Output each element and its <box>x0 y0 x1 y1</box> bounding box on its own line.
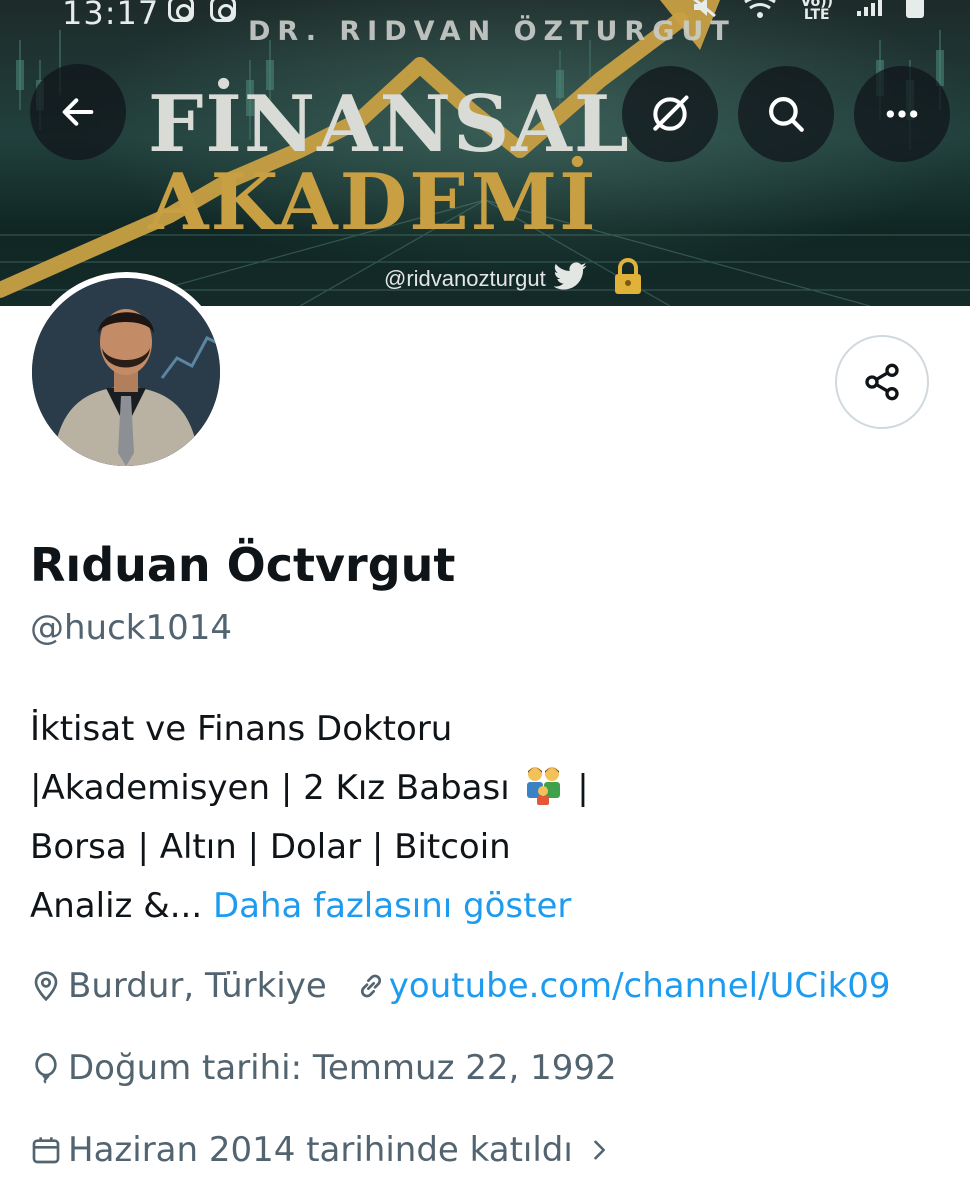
network-type: Vo)) LTE <box>801 0 833 22</box>
balloon-icon <box>35 1052 57 1084</box>
share-button[interactable] <box>835 335 929 429</box>
bio-line-4-text: Analiz &... <box>30 886 203 926</box>
bio-line-2: |Akademisyen | 2 Kız Babası | <box>30 759 930 818</box>
meta-birthday: Doğum tarihi: Temmuz 22, 1992 <box>30 1048 617 1088</box>
slashed-circle-icon <box>653 95 689 131</box>
more-button[interactable] <box>854 66 950 162</box>
bio-line-2-tail: | <box>577 768 589 808</box>
instagram-icon <box>210 0 236 22</box>
chevron-right-icon <box>594 1140 605 1160</box>
search-icon <box>769 97 804 132</box>
twitter-bird-icon <box>553 262 587 290</box>
wifi-icon <box>743 0 776 18</box>
status-time: 13:17 <box>62 0 160 32</box>
signal-icon <box>857 0 882 16</box>
show-more-link[interactable]: Daha fazlasını göster <box>213 886 571 926</box>
lock-icon <box>615 258 641 294</box>
banner-handle-text: @ridvanozturgut <box>384 266 546 291</box>
family-emoji-icon <box>527 767 561 805</box>
profile-banner[interactable]: 13:17 Vo)) LTE DR. RIDVAN ÖZTURGUT FİNAN… <box>0 0 970 306</box>
username-handle: @huck1014 <box>30 608 233 648</box>
instagram-icon <box>168 0 194 22</box>
joined-text: Haziran 2014 tarihinde katıldı <box>68 1130 573 1170</box>
bio-line-2-text: |Akademisyen | 2 Kız Babası <box>30 768 510 808</box>
share-icon <box>865 363 899 401</box>
profile-avatar[interactable] <box>26 272 226 472</box>
birthday-text: Doğum tarihi: Temmuz 22, 1992 <box>68 1048 617 1088</box>
location-pin-icon <box>34 971 58 1002</box>
bio-line-4: Analiz &... Daha fazlasını göster <box>30 877 930 936</box>
banner-brand-subtitle: DR. RIDVAN ÖZTURGUT <box>248 16 736 47</box>
meta-joined[interactable]: Haziran 2014 tarihinde katıldı <box>30 1130 619 1170</box>
search-button[interactable] <box>738 66 834 162</box>
back-button[interactable] <box>30 64 126 160</box>
more-horizontal-icon <box>886 110 918 118</box>
grok-button[interactable] <box>622 66 718 162</box>
profile-bio: İktisat ve Finans Doktoru |Akademisyen |… <box>30 700 930 936</box>
display-name: Rıduan Öctvrgut <box>30 538 456 592</box>
banner-handle: @ridvanozturgut <box>384 258 644 296</box>
battery-icon <box>906 0 924 18</box>
bio-line-3: Borsa | Altın | Dolar | Bitcoin <box>30 827 511 867</box>
calendar-icon <box>32 1137 60 1164</box>
avatar-image <box>32 278 220 466</box>
lte-label: LTE <box>803 7 830 23</box>
meta-location-website: Burdur, Türkiye youtube.com/channel/UCik… <box>30 966 891 1006</box>
banner-brand-title: FİNANSAL AKADEMİ <box>148 86 970 242</box>
arrow-left-icon <box>62 98 94 126</box>
bio-line-1: İktisat ve Finans Doktoru <box>30 709 453 749</box>
link-icon <box>360 974 381 998</box>
website-link[interactable]: youtube.com/channel/UCik09 <box>389 966 891 1006</box>
location-text: Burdur, Türkiye <box>68 966 327 1006</box>
banner-brand-word-2: AKADEMİ <box>148 157 598 248</box>
